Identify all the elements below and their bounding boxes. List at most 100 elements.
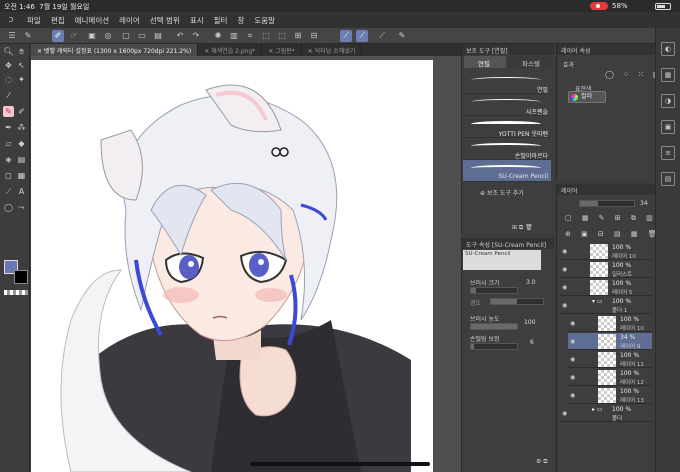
subtool-panel-footer-icons[interactable]: ⊞ ⧉ 🗑︎ [512, 224, 533, 232]
app-logo-icon[interactable]: ↄ [0, 15, 22, 25]
tab-drawing-board[interactable]: ✕ 그림판* [262, 44, 302, 56]
pencil-tool-icon[interactable]: ✐ [16, 106, 27, 117]
layer-folder-row[interactable]: ◉ ▸ ▭ 100 % 폴더 [560, 405, 652, 422]
add-subtool-button[interactable]: ⊕ 보조 도구 추가 [480, 188, 524, 197]
brush-density-slider[interactable] [470, 323, 518, 330]
eye-icon[interactable]: ◉ [562, 302, 567, 309]
brush-yotti-pen[interactable]: YOTTI PEN 웃따펜 [463, 116, 551, 138]
menu-selection[interactable]: 선택 범위 [145, 15, 185, 26]
new-canvas-icon[interactable]: ▣ [86, 30, 98, 42]
layer-toolbar-icons[interactable]: ▢ ▦ ✎ ⊞ ⧉ ▥ [565, 214, 657, 223]
move-icon[interactable]: ✥ [3, 60, 14, 71]
fill-icon[interactable]: ▥ [228, 30, 240, 42]
expression-color-select[interactable]: 컬러 [568, 91, 606, 103]
menu-file[interactable]: 파일 [22, 15, 46, 26]
redo-icon[interactable]: ↷ [190, 30, 202, 42]
touch-icon[interactable]: ☞ [68, 30, 80, 42]
invert-select-icon[interactable]: ⬚ [276, 30, 288, 42]
layer-row[interactable]: ◉ 100 % 레이어 5 [560, 279, 652, 296]
hand-icon[interactable]: ✋︎ [16, 46, 27, 57]
airbrush-icon[interactable]: ⁂ [16, 122, 27, 133]
ruler-icon[interactable]: ⊟ [308, 30, 320, 42]
eye-icon[interactable]: ◉ [562, 266, 567, 273]
undo-icon[interactable]: ↶ [174, 30, 186, 42]
layer-row[interactable]: ◉ 100 % 일러스트 [560, 261, 652, 278]
correct-line-icon[interactable]: ⤳ [16, 202, 27, 213]
snap-ruler-icon[interactable]: ⟋ [340, 30, 352, 42]
material-icon[interactable]: ▤ [661, 172, 675, 186]
screen-record-icon[interactable] [590, 2, 608, 10]
gradient-icon[interactable]: ▤ [16, 154, 27, 165]
text-tool-icon[interactable]: A [16, 186, 27, 197]
layer-row[interactable]: ◉ 100 % 레이어 11 [568, 351, 652, 368]
figure-icon[interactable]: ◻ [3, 170, 14, 181]
canvas-area[interactable] [31, 56, 461, 472]
balloon-icon[interactable]: ◯ [3, 202, 14, 213]
eye-icon[interactable]: ◉ [570, 374, 575, 381]
pen-mode-icon[interactable]: ✐ [52, 30, 64, 42]
lasso-icon[interactable]: ◌ [3, 74, 14, 85]
menu-window[interactable]: 창 [232, 15, 249, 26]
layer-row[interactable]: ◉ 100 % 레이어 13 [568, 387, 652, 404]
eyedropper-icon[interactable]: ⁄ [3, 90, 14, 101]
layer-row[interactable]: ◉ 100 % 레이어 12 [568, 369, 652, 386]
menu-edit[interactable]: 편집 [46, 15, 70, 26]
navigator-icon[interactable]: ▣ [661, 120, 675, 134]
grid-icon[interactable]: ⊞ [292, 30, 304, 42]
menu-help[interactable]: 도움말 [249, 15, 280, 26]
brush-size-slider[interactable] [470, 287, 518, 294]
color-wheel-icon[interactable]: ◐ [661, 42, 675, 56]
layer-actions-icons[interactable]: ⊕ ▣ ⊟ ▤ ▦ 🗑︎ [565, 230, 661, 238]
eye-icon[interactable]: ◉ [562, 248, 567, 255]
deselect-icon[interactable]: ⬚ [260, 30, 272, 42]
brush-su-cream-pencil[interactable]: SU-Cream Pencil [463, 160, 551, 182]
color-set-icon[interactable]: ▦ [661, 68, 675, 82]
new-file-icon[interactable]: ▢ [120, 30, 132, 42]
layer-row[interactable]: ◉ 100 % 레이어 10 [568, 315, 652, 332]
eye-icon[interactable]: ◉ [562, 284, 567, 291]
layer-row-selected[interactable]: ◉ 34 % 레이어 9 [568, 333, 652, 350]
layer-stack-icon[interactable]: ≡ [661, 146, 675, 160]
eraser-icon[interactable]: ▱ [3, 138, 14, 149]
layer-opacity-slider[interactable] [579, 200, 635, 207]
save-icon[interactable]: ▤ [152, 30, 164, 42]
brush-mechanical-pencil[interactable]: 샤프펜슬 [463, 94, 551, 116]
tab-character-sheet[interactable]: ✕ 뱃헿 캐릭터 설정표 (1300 x 1600px 720dpi 221.2… [31, 44, 199, 56]
menu-filter[interactable]: 필터 [209, 15, 233, 26]
snap-special-icon[interactable]: ⟋ [356, 30, 368, 42]
fill-tool-icon[interactable]: ◈ [3, 154, 14, 165]
transparent-color-swatch[interactable] [4, 290, 28, 295]
magic-wand-icon[interactable]: ✦ [16, 74, 27, 85]
zoom-icon[interactable]: 🔍︎ [3, 46, 14, 57]
eye-icon[interactable]: ◉ [570, 356, 575, 363]
tab-coloring-practice[interactable]: ✕ 채색연습 2.png* [198, 44, 263, 56]
tab-doctor[interactable]: ✕ 닥터남 소해냈기 [302, 44, 363, 56]
sub-color-swatch[interactable] [14, 270, 28, 284]
layer-folder-row[interactable]: ◉ ▾ ▭ 100 % 폴더 1 [560, 297, 652, 314]
menu-toggle-icon[interactable]: ☰ [6, 30, 18, 42]
tab-pencil[interactable]: 연필 [464, 56, 506, 68]
clear-icon[interactable]: ✺ [212, 30, 224, 42]
operation-icon[interactable]: ↖ [16, 60, 27, 71]
ruler-tool-icon[interactable]: ⟋ [3, 186, 14, 197]
brush-toggle-icon[interactable]: ✎ [22, 30, 34, 42]
transform-icon[interactable]: ⌗ [244, 30, 256, 42]
blend-icon[interactable]: ◆ [16, 138, 27, 149]
brush-tool-icon[interactable]: ✒ [3, 122, 14, 133]
pen-tool-icon[interactable]: ✎ [3, 106, 14, 117]
eye-icon[interactable]: ◉ [570, 392, 575, 399]
menu-animation[interactable]: 애니메이션 [70, 15, 115, 26]
intermediate-color-icon[interactable]: ◑ [661, 94, 675, 108]
eye-icon[interactable]: ◉ [570, 338, 575, 345]
snap-grid-icon[interactable]: ⟋ [376, 30, 388, 42]
stabilization-slider[interactable] [470, 343, 518, 350]
menu-layer[interactable]: 레이어 [114, 15, 145, 26]
tab-pastel[interactable]: 파스텔 [508, 56, 552, 68]
open-file-icon[interactable]: ▭ [136, 30, 148, 42]
brush-pencil[interactable]: 연필 [463, 72, 551, 94]
menu-view[interactable]: 표시 [185, 15, 209, 26]
brush-hand-tremble[interactable]: 손떨이마르다 [463, 138, 551, 160]
tool-property-footer-icons[interactable]: ⚙ ⧉ [536, 458, 548, 466]
layer-row[interactable]: ◉ 100 % 레이어 10 [560, 243, 652, 260]
drawing-canvas[interactable] [31, 60, 435, 472]
